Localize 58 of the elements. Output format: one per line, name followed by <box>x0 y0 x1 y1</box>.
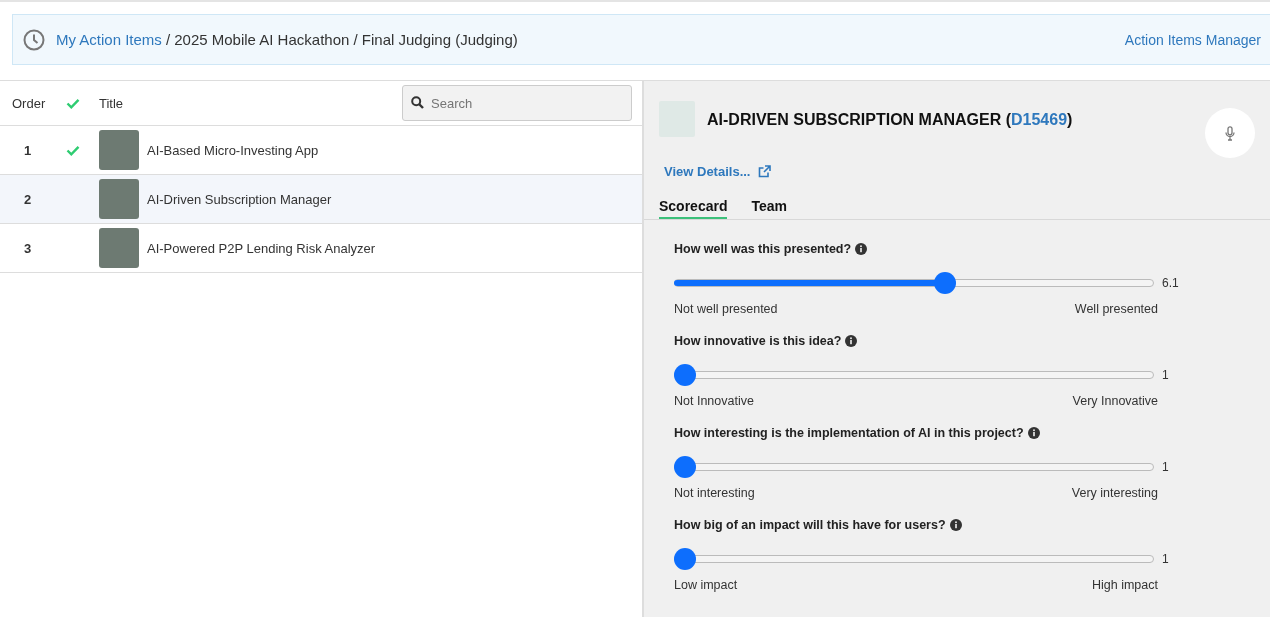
microphone-button[interactable] <box>1205 108 1255 158</box>
photo-placeholder <box>99 228 139 268</box>
title-cell: AI-Driven Subscription Manager <box>147 191 332 207</box>
score-slider[interactable] <box>674 364 1154 386</box>
project-id-link[interactable]: D15469 <box>1011 111 1068 128</box>
photo-placeholder <box>99 179 139 219</box>
min-label: Not well presented <box>674 302 778 316</box>
tab[interactable]: Scorecard <box>659 197 728 219</box>
info-icon[interactable] <box>1027 427 1040 439</box>
manager-link[interactable]: Action Items Manager <box>1124 31 1261 48</box>
column-header: Order <box>11 95 47 111</box>
check-icon <box>66 97 80 109</box>
question-text: How interesting is the implementation of AI in this project? <box>674 426 1024 440</box>
score-value: 6.1 <box>1162 276 1179 290</box>
table-row[interactable]: 3 AI-Powered P2P Lending Risk Analyzer <box>0 224 642 273</box>
microphone-icon <box>1225 125 1235 141</box>
title-cell: AI-Based Micro-Investing App <box>147 142 319 158</box>
slider-thumb[interactable] <box>674 364 696 386</box>
min-label: Low impact <box>674 578 738 592</box>
tab[interactable]: Team <box>751 197 788 219</box>
breadcrumb-path: / 2025 Mobile AI Hackathon / Final Judging (Judging) <box>165 31 518 48</box>
max-label: High impact <box>1092 578 1158 592</box>
score-slider[interactable] <box>674 456 1154 478</box>
question-text: How innovative is this idea? <box>674 334 842 348</box>
order-cell-text: 1 <box>23 142 33 158</box>
max-label: Very Innovative <box>1072 394 1158 408</box>
paren: ) <box>1067 111 1073 128</box>
slider-thumb[interactable] <box>933 272 956 294</box>
project-title: AI-DRIVEN SUBSCRIPTION MANAGER (D15469) <box>707 111 1073 130</box>
slider-thumb[interactable] <box>674 548 696 570</box>
breadcrumb-link[interactable]: My Action Items <box>56 31 162 48</box>
score-slider[interactable] <box>674 548 1154 570</box>
info-icon[interactable] <box>855 243 868 255</box>
question-text: How big of an impact will this have for users? <box>674 518 946 532</box>
order-cell-text: 2 <box>23 191 33 207</box>
search-icon <box>411 96 424 109</box>
max-label: Very interesting <box>1071 486 1158 500</box>
title-cell: AI-Powered P2P Lending Risk Analyzer <box>147 240 376 256</box>
search-field[interactable]: Search <box>402 85 632 121</box>
external-link-icon[interactable] <box>758 165 772 178</box>
column-header: Title <box>99 95 125 111</box>
info-icon[interactable] <box>845 335 858 347</box>
min-label: Not Innovative <box>674 394 754 408</box>
slider-thumb[interactable] <box>674 456 696 478</box>
max-label: Well presented <box>1074 302 1158 316</box>
table-row[interactable]: 2 AI-Driven Subscription Manager <box>0 175 642 224</box>
min-label: Not interesting <box>674 486 755 500</box>
info-icon[interactable] <box>949 519 962 531</box>
order-cell-text: 3 <box>23 240 33 256</box>
question-text: How well was this presented? <box>674 242 852 256</box>
score-slider[interactable] <box>674 272 1154 294</box>
score-value: 1 <box>1162 368 1169 382</box>
paren: ( <box>1005 111 1011 128</box>
photo-placeholder <box>99 130 139 170</box>
view-details-link[interactable]: View Details... <box>664 164 751 179</box>
score-value: 1 <box>1162 552 1169 566</box>
clock-icon <box>23 28 45 51</box>
score-value: 1 <box>1162 460 1169 474</box>
